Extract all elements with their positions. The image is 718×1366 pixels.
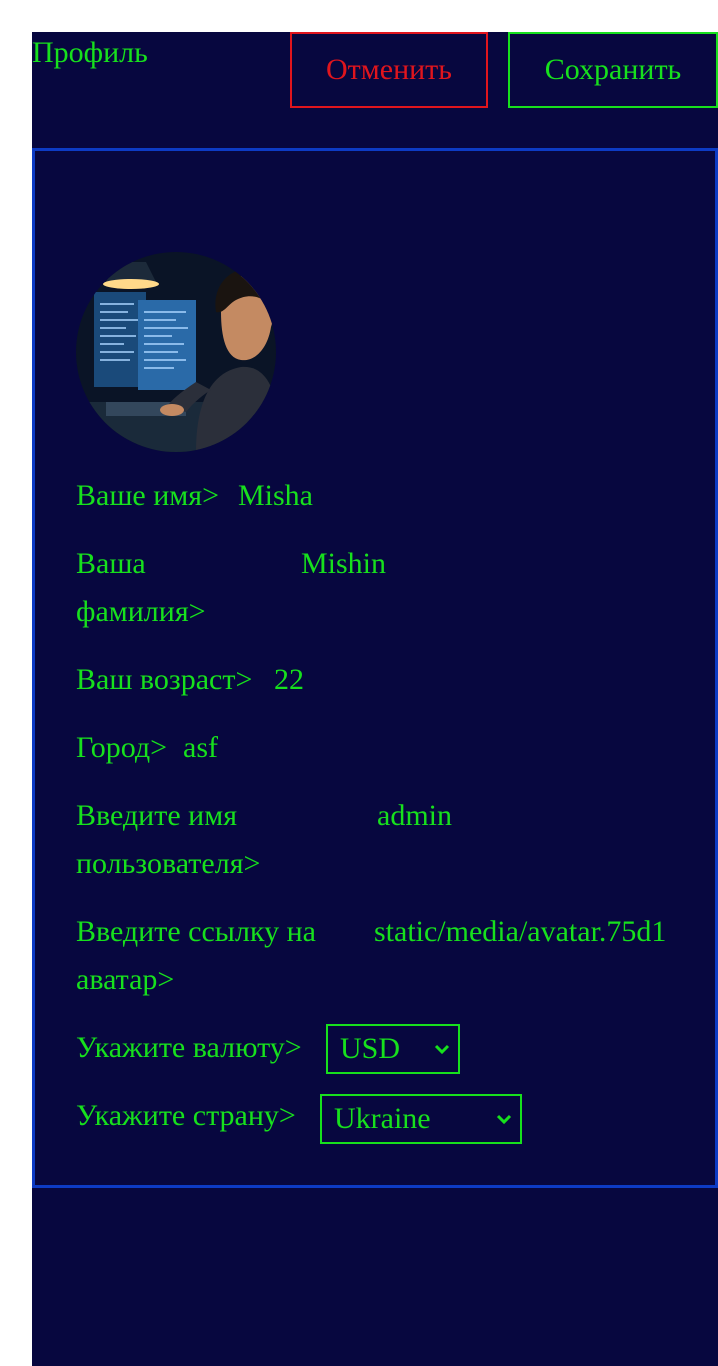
- country-select-value: Ukraine: [334, 1102, 431, 1135]
- city-label: Город>: [76, 731, 168, 764]
- currency-select[interactable]: USD: [326, 1024, 460, 1074]
- avatar: [76, 252, 276, 452]
- avatar-link-label: Введите ссылку на: [76, 915, 316, 948]
- country-label: Укажите страну>: [76, 1099, 296, 1132]
- username-label-cont: пользователя>: [76, 847, 261, 880]
- username-field[interactable]: admin: [377, 792, 452, 840]
- last-name-label: Ваша: [76, 547, 146, 580]
- first-name-field[interactable]: Misha: [238, 472, 313, 520]
- currency-label: Укажите валюту>: [76, 1031, 302, 1064]
- currency-select-value: USD: [340, 1032, 401, 1065]
- page-title: Профиль: [32, 36, 148, 69]
- first-name-label: Ваше имя>: [76, 479, 219, 512]
- last-name-label-cont: фамилия>: [76, 595, 206, 628]
- cancel-button[interactable]: Отменить: [290, 32, 488, 108]
- age-field[interactable]: 22: [274, 656, 304, 704]
- chevron-down-icon: [434, 1044, 450, 1055]
- profile-card: Ваше имя> Misha Ваша фамилия> Mishin Ваш…: [32, 148, 718, 1188]
- save-button[interactable]: Сохранить: [508, 32, 718, 108]
- username-label: Введите имя: [76, 799, 238, 832]
- avatar-link-field[interactable]: static/media/avatar.75d1: [374, 908, 674, 956]
- avatar-image: [76, 252, 276, 452]
- age-label: Ваш возраст>: [76, 663, 253, 696]
- country-select[interactable]: Ukraine: [320, 1094, 522, 1144]
- avatar-link-label-cont: аватар>: [76, 963, 175, 996]
- last-name-field[interactable]: Mishin: [301, 540, 386, 588]
- chevron-down-icon: [496, 1114, 512, 1125]
- city-field[interactable]: asf: [183, 724, 218, 772]
